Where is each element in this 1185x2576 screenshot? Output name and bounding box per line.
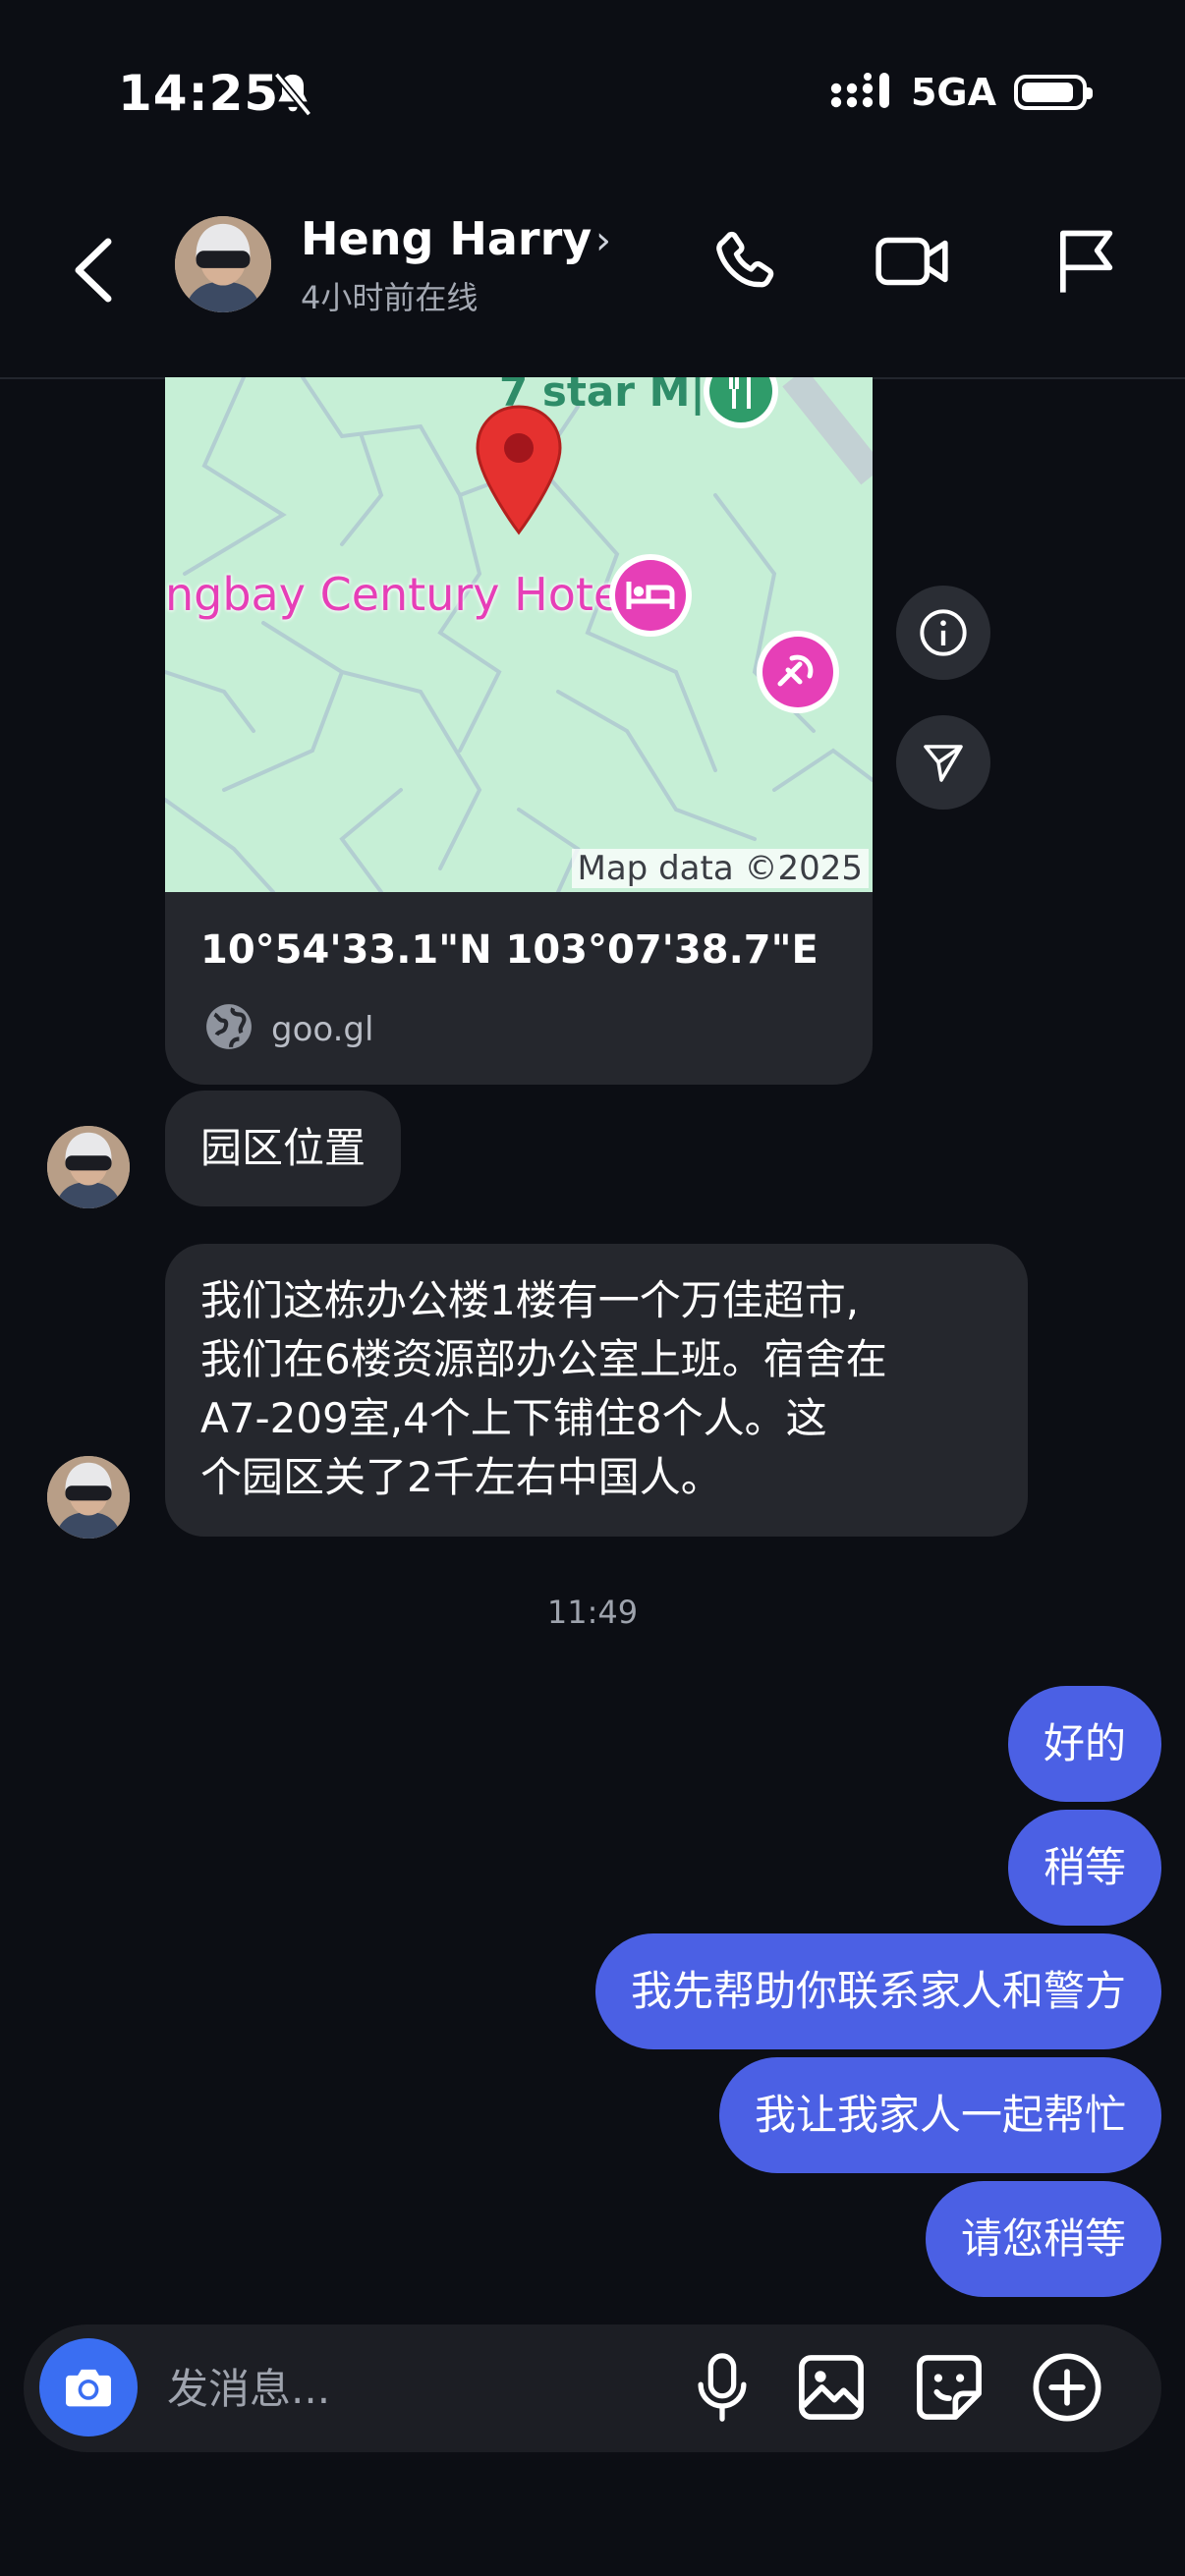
avatar[interactable] bbox=[175, 216, 271, 312]
battery-icon bbox=[1014, 75, 1093, 110]
contact-name[interactable]: Heng Harry bbox=[301, 212, 592, 265]
incoming-message[interactable]: 园区位置 bbox=[165, 1091, 402, 1206]
map-attribution: Map data ©2025 bbox=[571, 849, 869, 888]
globe-icon bbox=[206, 1004, 252, 1049]
message-line: 我们这栋办公楼1楼有一个万佳超市, bbox=[200, 1276, 860, 1324]
message-text: 请您稍等 bbox=[960, 2214, 1126, 2263]
sender-avatar[interactable] bbox=[47, 1126, 130, 1208]
bell-slash-icon bbox=[273, 72, 312, 117]
send-icon bbox=[924, 745, 963, 782]
mic-icon[interactable] bbox=[688, 2350, 757, 2425]
message-text: 我先帮助你联系家人和警方 bbox=[630, 1967, 1126, 2015]
message-input[interactable] bbox=[165, 2358, 641, 2419]
location-link[interactable]: goo.gl bbox=[271, 1010, 373, 1049]
chevron-right-icon[interactable]: › bbox=[595, 218, 611, 263]
flag-icon[interactable] bbox=[1047, 224, 1122, 299]
map-pin-icon bbox=[476, 405, 562, 535]
map-poi-icon[interactable] bbox=[753, 627, 843, 717]
message-text: 园区位置 bbox=[200, 1124, 367, 1172]
info-button[interactable] bbox=[896, 586, 990, 680]
location-card[interactable]: 7 star M| ngbay Century Hotel Map data ©… bbox=[165, 377, 873, 1085]
message-line: 我们在6楼资源部办公室上班。宿舍在 bbox=[200, 1335, 887, 1383]
sender-avatar[interactable] bbox=[47, 1456, 130, 1539]
sticker-icon[interactable] bbox=[912, 2350, 987, 2425]
message-text: 好的 bbox=[1043, 1719, 1126, 1767]
signal-icon bbox=[830, 73, 889, 108]
status-time: 14:25 bbox=[118, 65, 280, 122]
outgoing-message[interactable]: 请您稍等 bbox=[925, 2181, 1161, 2297]
hotel-icon[interactable] bbox=[605, 550, 696, 641]
info-icon bbox=[920, 609, 967, 656]
camera-icon bbox=[66, 2369, 111, 2407]
map-label-hotel: ngbay Century Hotel bbox=[165, 568, 634, 621]
message-timestamp: 11:49 bbox=[546, 1594, 639, 1631]
forward-button[interactable] bbox=[896, 715, 990, 810]
phone-icon[interactable] bbox=[709, 224, 784, 299]
image-icon[interactable] bbox=[794, 2350, 869, 2425]
back-chevron-icon[interactable] bbox=[69, 236, 118, 305]
outgoing-message[interactable]: 我让我家人一起帮忙 bbox=[718, 2057, 1161, 2173]
outgoing-message[interactable]: 我先帮助你联系家人和警方 bbox=[594, 1933, 1161, 2049]
contact-status: 4小时前在线 bbox=[301, 279, 479, 316]
video-icon[interactable] bbox=[873, 224, 951, 299]
message-line: A7-209室,4个上下铺住8个人。这 bbox=[200, 1394, 827, 1442]
camera-button[interactable] bbox=[39, 2338, 138, 2436]
location-coordinates: 10°54'33.1"N 103°07'38.7"E bbox=[200, 927, 818, 973]
network-type: 5GA bbox=[910, 71, 996, 114]
status-right: 5GA bbox=[830, 71, 1093, 114]
plus-circle-icon[interactable] bbox=[1030, 2350, 1104, 2425]
message-text: 我让我家人一起帮忙 bbox=[754, 2091, 1126, 2139]
outgoing-message[interactable]: 好的 bbox=[1007, 1686, 1161, 1802]
message-line: 个园区关了2千左右中国人。 bbox=[200, 1453, 722, 1501]
restaurant-icon[interactable] bbox=[700, 377, 782, 432]
map-preview[interactable]: 7 star M| ngbay Century Hotel Map data ©… bbox=[165, 377, 873, 892]
incoming-message[interactable]: 我们这栋办公楼1楼有一个万佳超市, 我们在6楼资源部办公室上班。宿舍在 A7-2… bbox=[165, 1244, 1028, 1537]
message-text: 稍等 bbox=[1043, 1843, 1126, 1891]
outgoing-message[interactable]: 稍等 bbox=[1007, 1810, 1161, 1926]
